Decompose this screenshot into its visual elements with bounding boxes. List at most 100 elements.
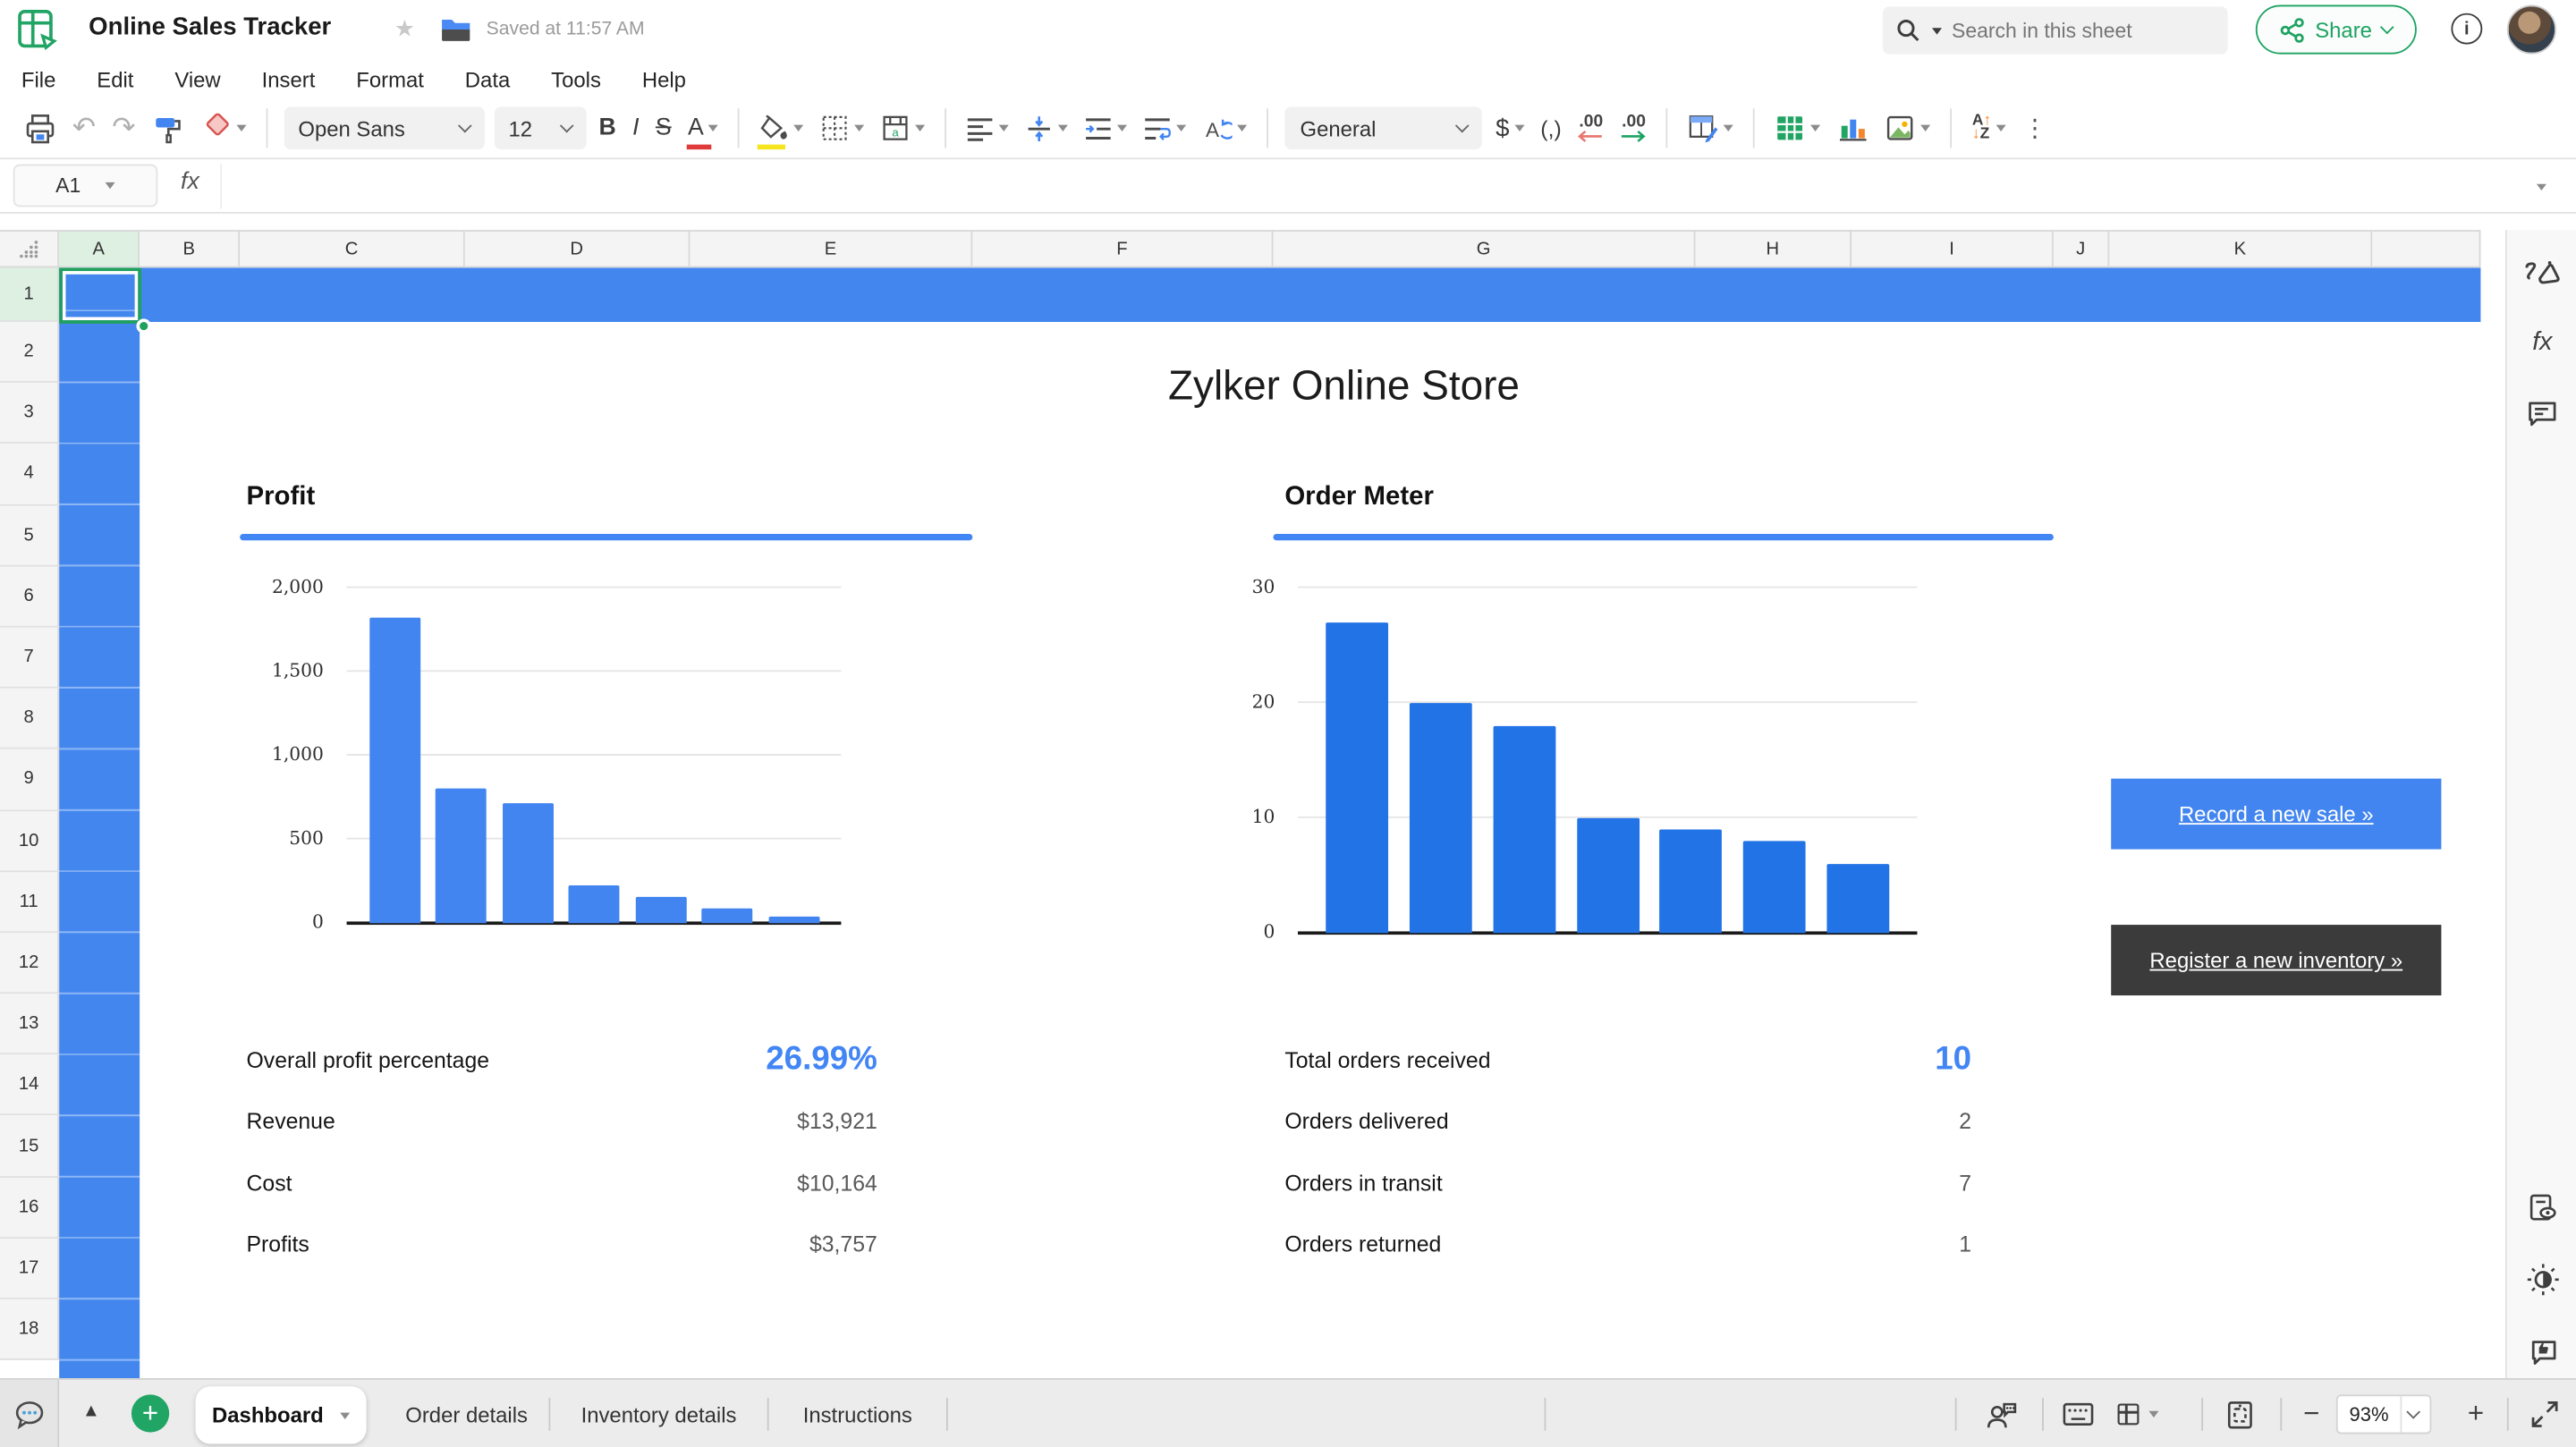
clear-format-button[interactable] (191, 106, 254, 151)
spreadsheet-grid[interactable]: Zylker Online Store Profit 2,0001,5001,0… (59, 267, 2480, 1378)
column-header-partial[interactable] (2372, 230, 2480, 267)
menu-view[interactable]: View (174, 66, 220, 91)
freeze-panes-button[interactable] (2116, 1393, 2159, 1436)
menu-help[interactable]: Help (642, 66, 686, 91)
zoho-sheet-logo-icon[interactable] (16, 8, 59, 51)
paint-format-button[interactable] (144, 106, 191, 151)
column-header-I[interactable]: I (1852, 230, 2054, 267)
indent-button[interactable] (1077, 106, 1136, 151)
horizontal-align-button[interactable] (958, 106, 1017, 151)
keyboard-shortcuts-button[interactable] (2057, 1393, 2100, 1436)
search-box[interactable] (1883, 6, 2228, 54)
font-family-select[interactable]: Open Sans (284, 106, 484, 149)
font-size-select[interactable]: 12 (494, 106, 586, 149)
italic-button[interactable]: I (624, 106, 648, 151)
tab-dashboard[interactable]: Dashboard (196, 1386, 367, 1443)
insert-chart-button[interactable] (1829, 106, 1877, 151)
comments-panel-icon[interactable] (2507, 385, 2576, 440)
merge-cells-button[interactable]: a (873, 106, 934, 151)
more-tools-button[interactable]: ⋮ (2014, 106, 2055, 151)
row-header-7[interactable]: 7 (0, 628, 59, 689)
menu-edit[interactable]: Edit (97, 66, 133, 91)
search-options-caret-icon[interactable] (1932, 27, 1942, 33)
row-headers[interactable]: 123456789101112131415161718 (0, 267, 59, 1378)
row-header-15[interactable]: 15 (0, 1116, 59, 1177)
menu-insert[interactable]: Insert (262, 66, 316, 91)
currency-format-button[interactable]: $ (1487, 106, 1532, 151)
increase-decimal-button[interactable]: .00 (1613, 106, 1656, 151)
row-header-6[interactable]: 6 (0, 566, 59, 627)
collapse-sheetbar-button[interactable]: ▲ (82, 1401, 100, 1421)
conditional-format-button[interactable] (1680, 106, 1742, 151)
formula-expand-caret-icon[interactable] (2537, 183, 2546, 190)
row-header-9[interactable]: 9 (0, 749, 59, 810)
select-all-corner[interactable] (0, 230, 59, 267)
column-header-E[interactable]: E (690, 230, 972, 267)
fill-handle[interactable] (136, 318, 151, 334)
info-button[interactable]: i (2451, 13, 2482, 45)
row-header-4[interactable]: 4 (0, 444, 59, 505)
column-headers[interactable]: ABCDEFGHIJK (59, 230, 2480, 267)
insert-image-button[interactable] (1877, 106, 1939, 151)
text-rotation-button[interactable]: A (1195, 106, 1256, 151)
document-title[interactable]: Online Sales Tracker (89, 13, 331, 41)
profit-bar-chart[interactable]: 2,0001,5001,0005000 (347, 588, 842, 924)
view-mode-icon[interactable] (2507, 1180, 2576, 1235)
feedback-icon[interactable] (2507, 1323, 2576, 1378)
cell-reference-box[interactable]: A1 (13, 165, 158, 207)
row-header-3[interactable]: 3 (0, 383, 59, 444)
column-header-K[interactable]: K (2109, 230, 2372, 267)
column-header-F[interactable]: F (972, 230, 1273, 267)
add-sheet-button[interactable]: + (131, 1394, 169, 1432)
menu-tools[interactable]: Tools (551, 66, 601, 91)
column-header-B[interactable]: B (140, 230, 240, 267)
formula-input[interactable] (220, 165, 2560, 209)
share-button[interactable]: Share (2256, 5, 2417, 55)
user-avatar[interactable] (2507, 5, 2556, 55)
zoom-out-button[interactable]: − (2290, 1393, 2333, 1436)
menu-format[interactable]: Format (356, 66, 424, 91)
font-color-button[interactable]: A (680, 106, 727, 151)
column-header-J[interactable]: J (2054, 230, 2109, 267)
chat-button[interactable] (0, 1380, 59, 1447)
zia-assistant-icon[interactable] (2507, 247, 2576, 302)
fill-color-button[interactable] (751, 106, 812, 151)
search-input[interactable] (1948, 17, 2195, 43)
row-header-16[interactable]: 16 (0, 1177, 59, 1238)
row-header-12[interactable]: 12 (0, 933, 59, 994)
order-meter-bar-chart[interactable]: 3020100 (1298, 588, 1917, 934)
number-format-select[interactable]: General (1285, 106, 1482, 149)
column-header-H[interactable]: H (1696, 230, 1852, 267)
tab-instructions[interactable]: Instructions (785, 1380, 930, 1447)
menu-file[interactable]: File (21, 66, 55, 91)
column-header-A[interactable]: A (59, 230, 140, 267)
favorite-star-icon[interactable]: ★ (394, 15, 415, 43)
row-header-14[interactable]: 14 (0, 1055, 59, 1116)
strikethrough-button[interactable]: S (648, 106, 680, 151)
sort-button[interactable]: A↑ ↓Z (1964, 106, 2014, 151)
collaborators-button[interactable] (1979, 1393, 2022, 1436)
zoom-level-select[interactable]: 93% (2336, 1394, 2432, 1434)
zoom-in-button[interactable]: + (2454, 1393, 2497, 1436)
row-header-11[interactable]: 11 (0, 872, 59, 933)
row-header-5[interactable]: 5 (0, 505, 59, 566)
bold-button[interactable]: B (590, 106, 624, 151)
row-header-13[interactable]: 13 (0, 994, 59, 1054)
column-header-G[interactable]: G (1273, 230, 1695, 267)
menu-data[interactable]: Data (465, 66, 510, 91)
appearance-theme-icon[interactable] (2507, 1252, 2576, 1307)
decrease-decimal-button[interactable]: .00 (1570, 106, 1613, 151)
tab-options-caret-icon[interactable] (340, 1412, 350, 1418)
wrap-text-button[interactable] (1136, 106, 1195, 151)
print-button[interactable] (16, 106, 64, 151)
fit-to-selection-button[interactable] (2218, 1393, 2261, 1436)
register-new-inventory-button[interactable]: Register a new inventory » (2111, 925, 2441, 995)
insert-table-button[interactable] (1767, 106, 1829, 151)
row-header-2[interactable]: 2 (0, 322, 59, 383)
folder-move-icon[interactable] (440, 15, 471, 43)
row-header-1[interactable]: 1 (0, 267, 59, 322)
record-new-sale-button[interactable]: Record a new sale » (2111, 779, 2441, 850)
row-header-8[interactable]: 8 (0, 689, 59, 749)
row-header-18[interactable]: 18 (0, 1299, 59, 1360)
redo-button[interactable]: ↷ (104, 106, 144, 151)
